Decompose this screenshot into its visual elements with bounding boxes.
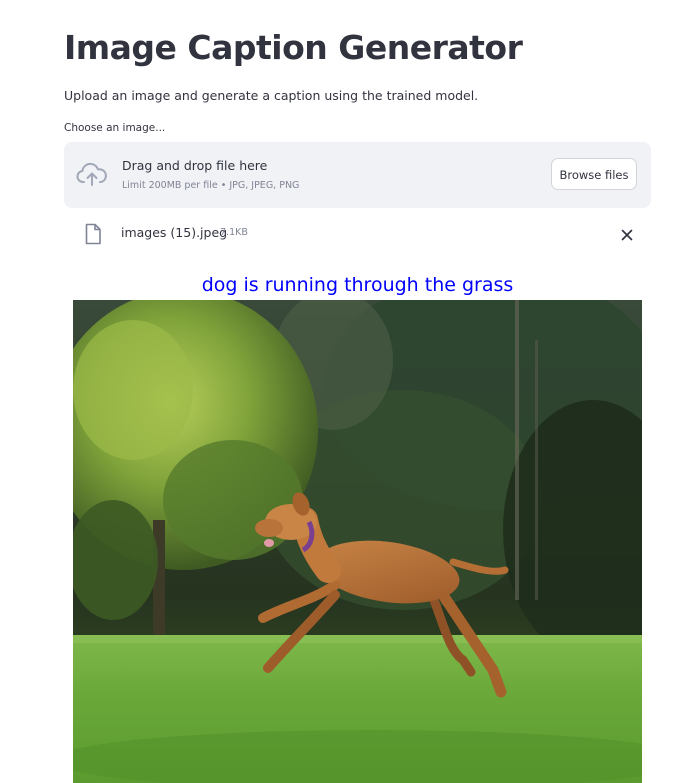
uploaded-file-item: images (15).jpeg 7.1KB: [64, 219, 651, 249]
file-icon: [84, 223, 102, 245]
file-uploader-label: Choose an image...: [64, 122, 166, 134]
page-title: Image Caption Generator: [64, 28, 523, 67]
dropzone-limit-text: Limit 200MB per file • JPG, JPEG, PNG: [122, 180, 300, 191]
file-dropzone[interactable]: Drag and drop file here Limit 200MB per …: [64, 142, 651, 208]
uploaded-file-size: 7.1KB: [220, 227, 248, 238]
uploaded-file-name: images (15).jpeg: [121, 225, 228, 240]
browse-files-button[interactable]: Browse files: [551, 158, 637, 190]
app-page: Image Caption Generator Upload an image …: [0, 0, 692, 783]
dropzone-instructions: Drag and drop file here: [122, 158, 268, 173]
generated-caption: dog is running through the grass: [201, 274, 514, 296]
uploaded-image-preview: [73, 300, 642, 783]
cloud-upload-icon: [76, 161, 108, 189]
page-subtitle: Upload an image and generate a caption u…: [64, 88, 479, 103]
close-icon[interactable]: [620, 227, 634, 241]
